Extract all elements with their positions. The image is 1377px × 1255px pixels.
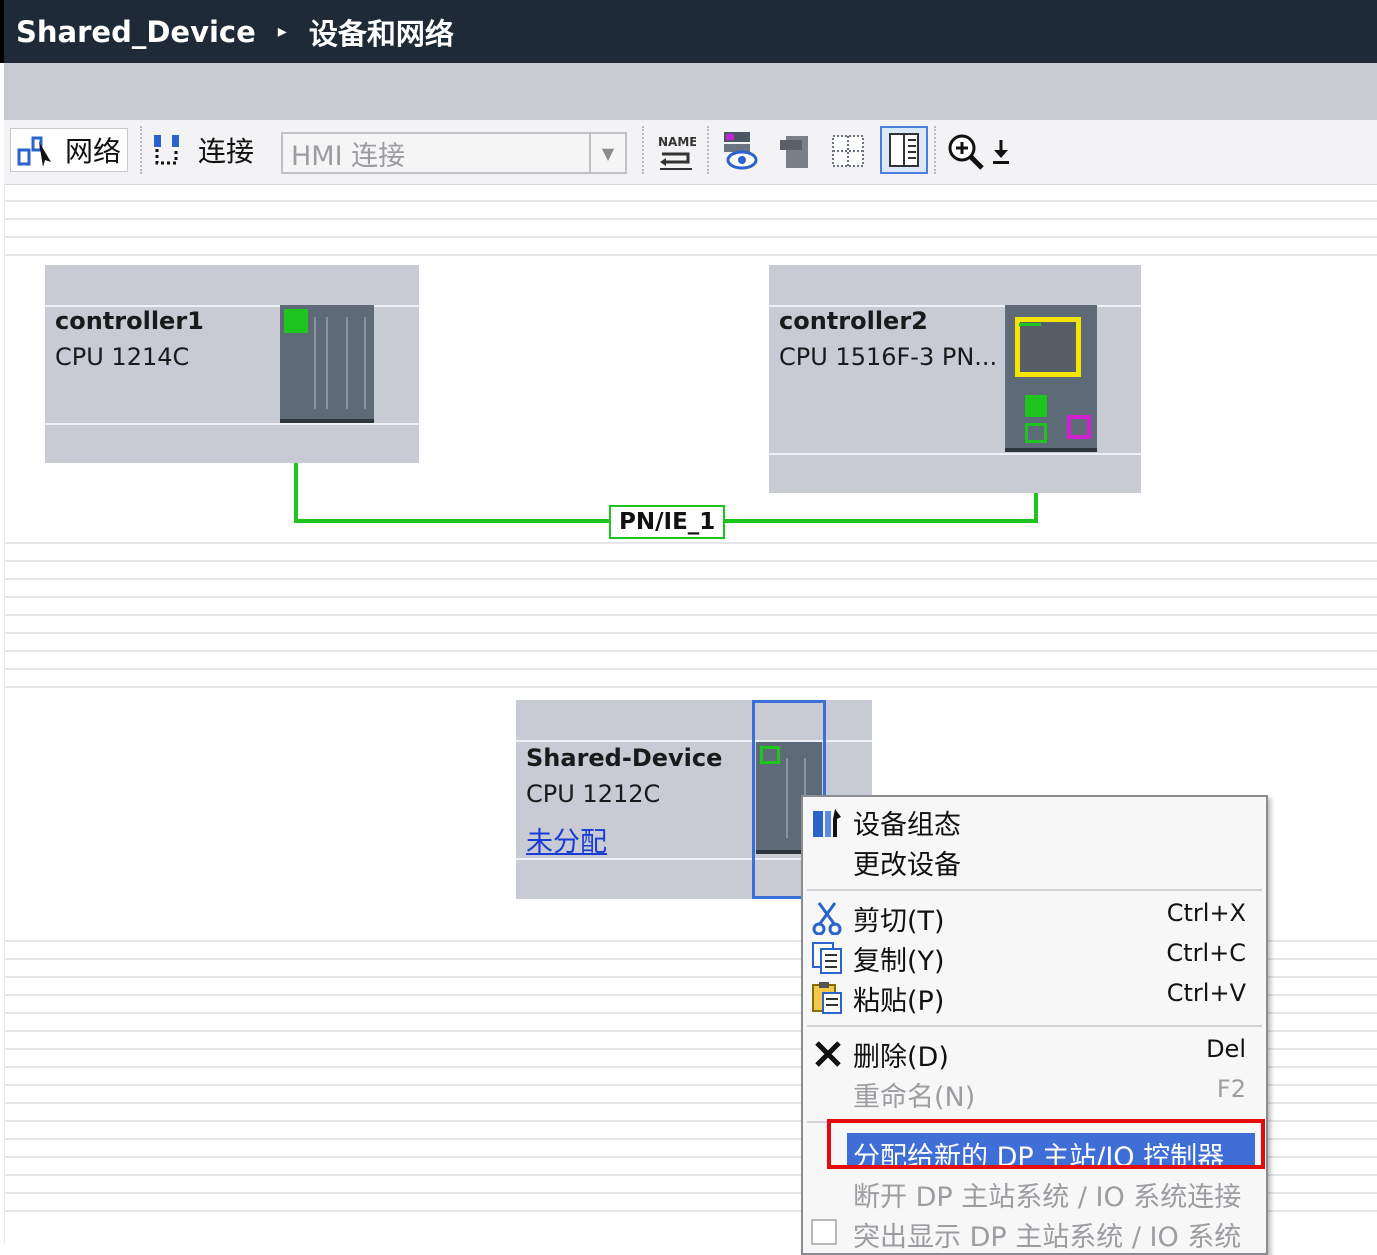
- menu-item-label: 剪切(T): [853, 906, 945, 937]
- device-type: CPU 1212C: [526, 780, 661, 808]
- menu-item-label: 断开 DP 主站系统 / IO 系统连接: [853, 1182, 1242, 1213]
- status-green-icon: [284, 309, 308, 333]
- menu-item-cut[interactable]: 剪切(T) Ctrl+X: [803, 897, 1266, 937]
- menu-item-rename[interactable]: 重命名(N) F2: [803, 1073, 1266, 1113]
- context-menu: 设备组态 更改设备 剪切(T) Ctrl+X 复制(Y) Ctrl+C 粘贴(P…: [801, 795, 1268, 1255]
- menu-item-shortcut: Ctrl+X: [1166, 899, 1246, 927]
- menu-item-label: 粘贴(P): [853, 986, 945, 1017]
- delete-icon: [815, 1041, 841, 1067]
- checkbox-icon[interactable]: [811, 1219, 837, 1245]
- device-name: controller1: [55, 307, 204, 335]
- device-controller1[interactable]: controller1 CPU 1214C: [45, 265, 419, 463]
- menu-item-device-config[interactable]: 设备组态: [803, 801, 1266, 841]
- menu-item-label: 突出显示 DP 主站系统 / IO 系统: [853, 1222, 1242, 1253]
- annotation-highlight-box: [827, 1119, 1265, 1169]
- device-type: CPU 1516F-3 PN...: [779, 343, 998, 371]
- menu-item-delete[interactable]: 删除(D) Del: [803, 1033, 1266, 1073]
- device-config-icon: [813, 809, 841, 837]
- plc-module-icon[interactable]: [280, 305, 374, 423]
- copy-icon: [812, 942, 842, 974]
- menu-item-label: 复制(Y): [853, 946, 945, 977]
- device-name: controller2: [779, 307, 928, 335]
- menu-item-change-device[interactable]: 更改设备: [803, 841, 1266, 881]
- subnet-label[interactable]: PN/IE_1: [609, 505, 726, 539]
- menu-item-copy[interactable]: 复制(Y) Ctrl+C: [803, 937, 1266, 977]
- menu-item-label: 设备组态: [853, 810, 961, 841]
- menu-item-shortcut: F2: [1216, 1075, 1246, 1103]
- menu-item-shortcut: Del: [1206, 1035, 1246, 1063]
- menu-item-shortcut: Ctrl+V: [1166, 979, 1246, 1007]
- device-controller2[interactable]: controller2 CPU 1516F-3 PN...: [769, 265, 1141, 493]
- display-icon: [1015, 317, 1081, 377]
- status-green-icon: [760, 746, 780, 764]
- port-magenta-icon: [1067, 415, 1091, 439]
- paste-icon: [812, 982, 842, 1014]
- device-type: CPU 1214C: [55, 343, 190, 371]
- scissors-icon: [812, 902, 842, 935]
- menu-item-highlight-master-system[interactable]: 突出显示 DP 主站系统 / IO 系统: [803, 1213, 1266, 1253]
- unassigned-link[interactable]: 未分配: [526, 820, 607, 859]
- port-icon: [1025, 423, 1047, 443]
- plc-module-icon[interactable]: [1005, 305, 1097, 452]
- menu-item-disconnect-master-system[interactable]: 断开 DP 主站系统 / IO 系统连接: [803, 1173, 1266, 1213]
- status-green-icon: [1025, 395, 1047, 417]
- menu-item-label: 更改设备: [853, 850, 961, 881]
- menu-item-shortcut: Ctrl+C: [1166, 939, 1246, 967]
- menu-item-paste[interactable]: 粘贴(P) Ctrl+V: [803, 977, 1266, 1017]
- menu-item-label: 重命名(N): [853, 1082, 976, 1113]
- menu-item-label: 删除(D): [853, 1042, 949, 1073]
- device-name: Shared-Device: [526, 744, 723, 772]
